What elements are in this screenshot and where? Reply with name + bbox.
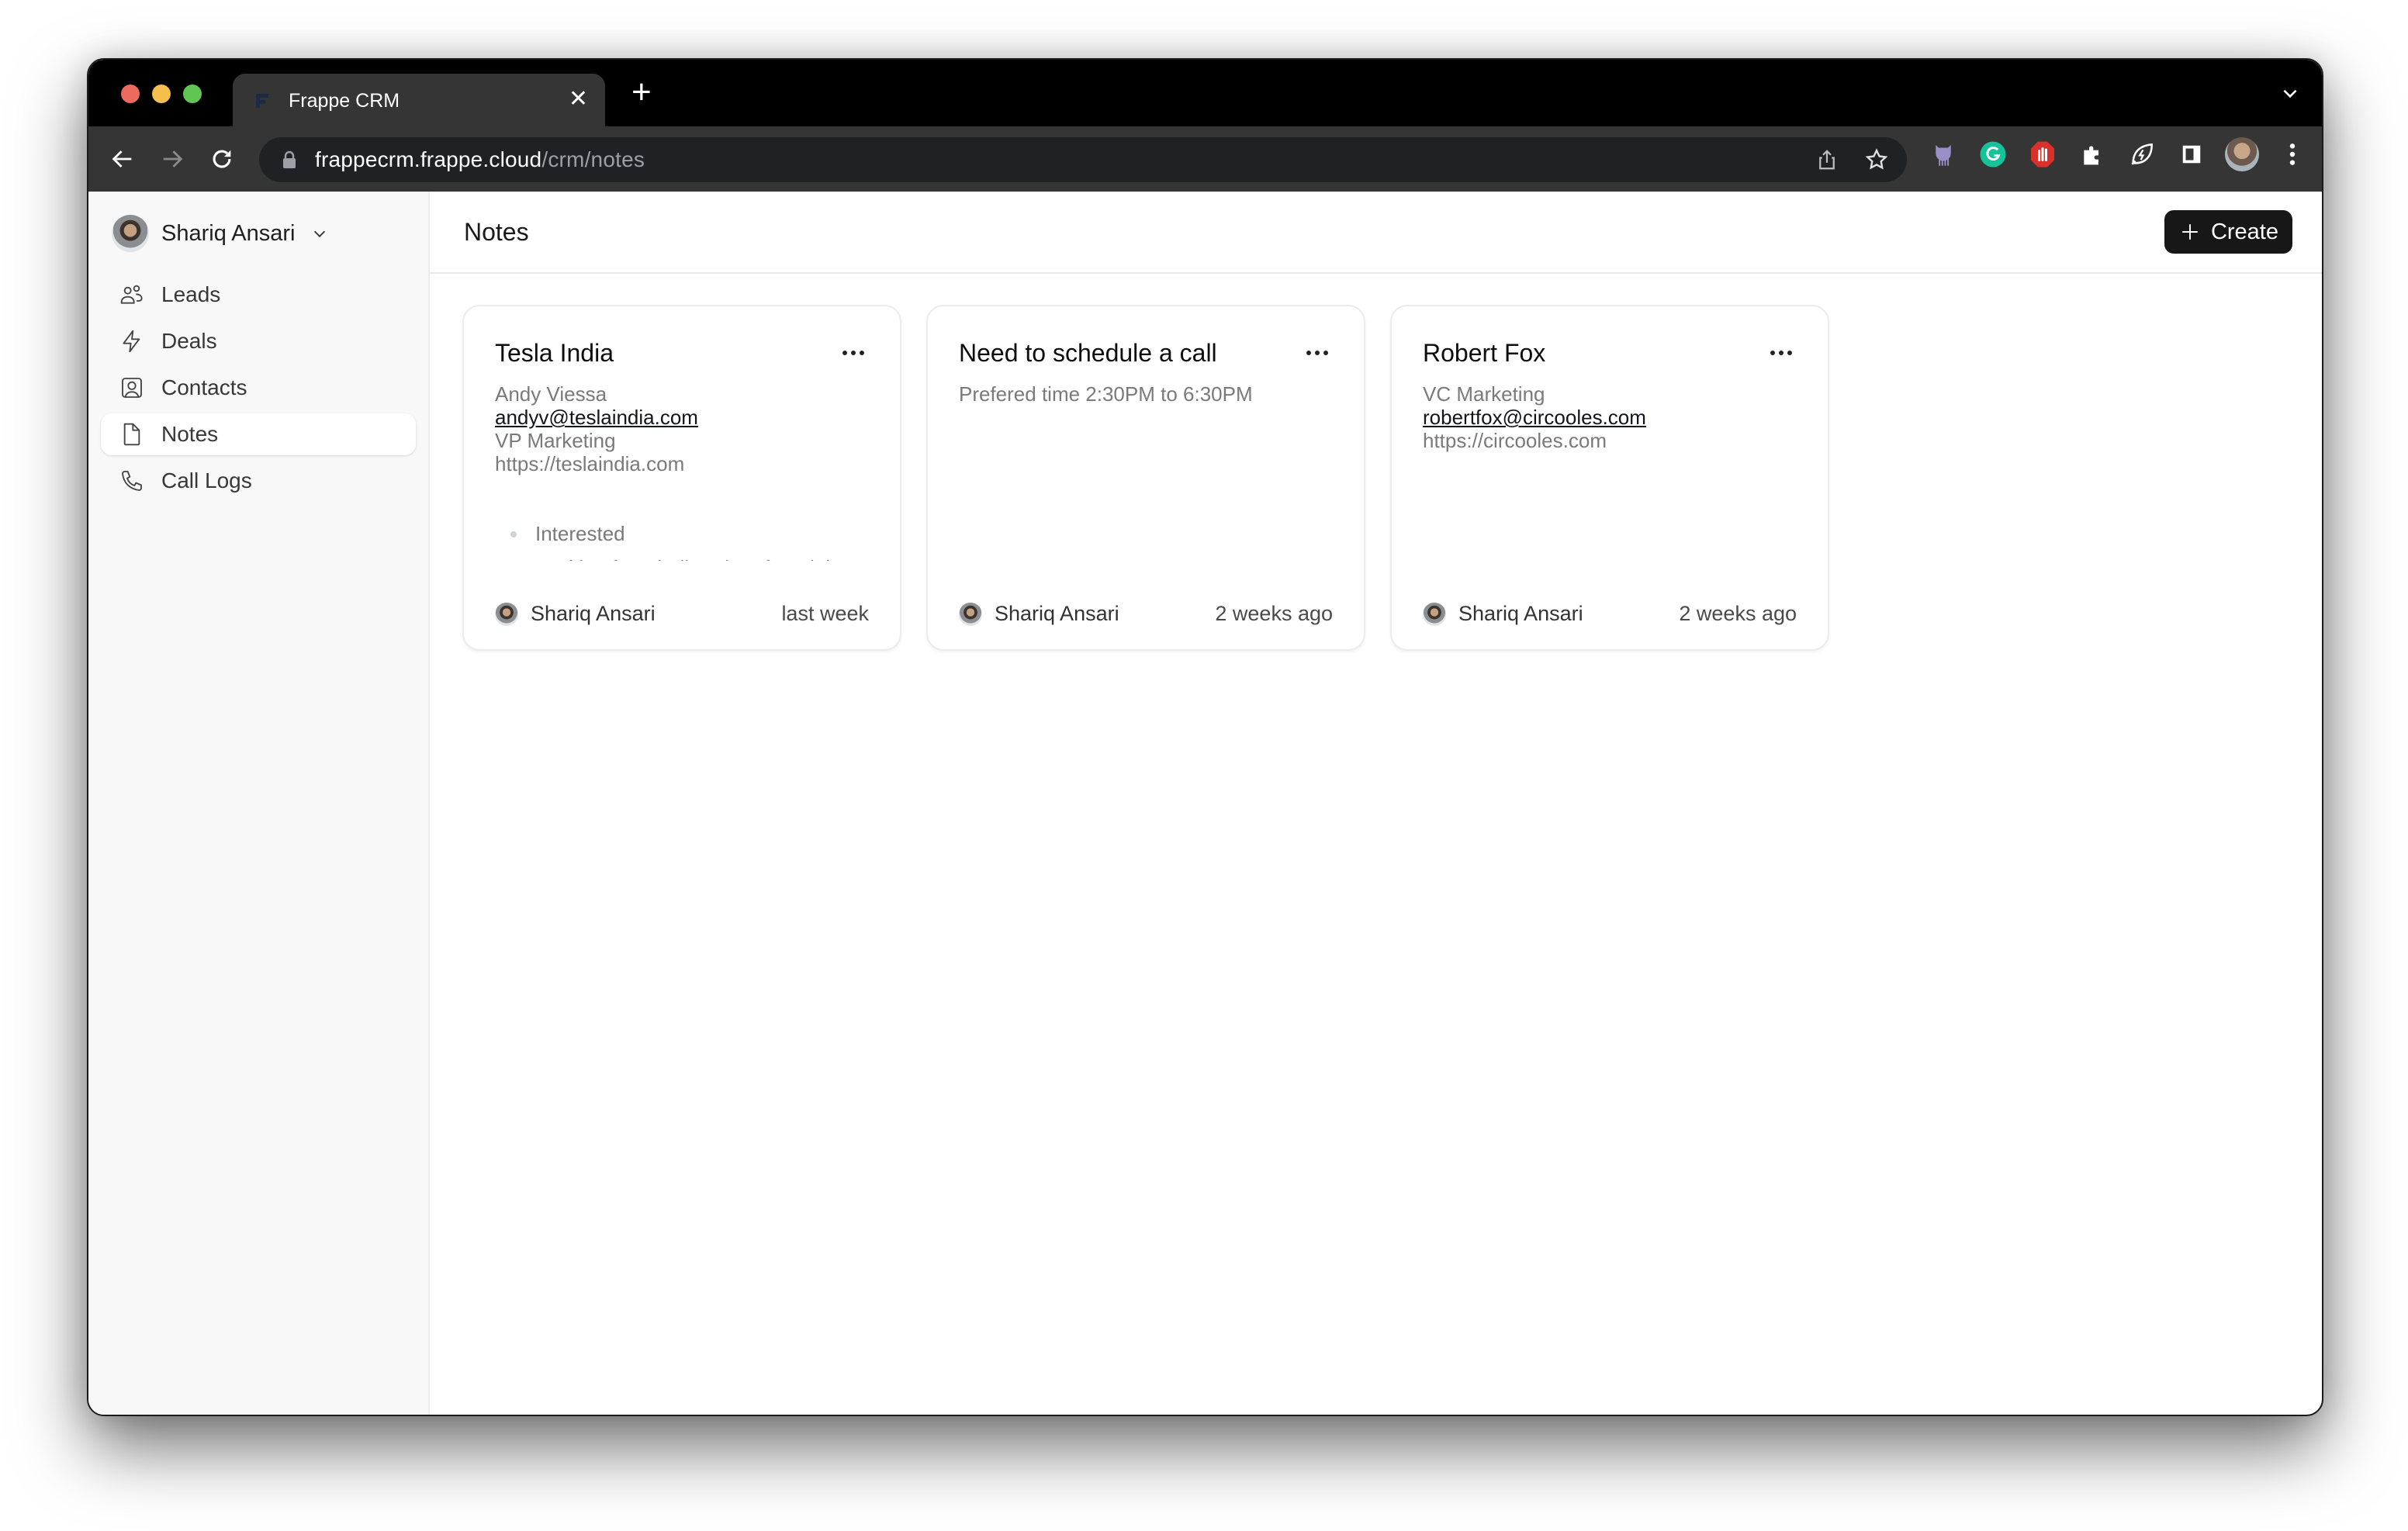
sidebar-toggle-icon[interactable] (2175, 138, 2208, 171)
sidebar-item-deals[interactable]: Deals (101, 320, 416, 362)
share-icon[interactable] (1812, 145, 1842, 175)
note-content: Andy Viessa andyv@teslaindia.com VP Mark… (495, 382, 869, 561)
author-avatar (959, 602, 982, 626)
note-timestamp: 2 weeks ago (1215, 602, 1333, 625)
author-name: Shariq Ansari (1458, 602, 1583, 625)
address-bar[interactable]: frappecrm.frappe.cloud/crm/notes (259, 137, 1907, 182)
browser-tab[interactable]: Frappe CRM ✕ (233, 74, 605, 128)
maximize-window-button[interactable] (183, 85, 202, 103)
profile-avatar[interactable] (2225, 137, 2259, 171)
phone-icon (119, 468, 144, 493)
close-window-button[interactable] (121, 85, 140, 103)
minimize-window-button[interactable] (152, 85, 171, 103)
frappe-favicon-icon (256, 92, 268, 109)
sidebar-item-contacts[interactable]: Contacts (101, 367, 416, 409)
more-options-icon[interactable] (838, 346, 869, 360)
url-path: /crm/notes (541, 147, 645, 171)
note-author: Shariq Ansari (1423, 602, 1583, 626)
note-bullet-list: Interested Looking for a bulk order of M… (495, 522, 869, 561)
sidebar-item-leads[interactable]: Leads (101, 274, 416, 316)
adblock-icon[interactable] (2026, 138, 2059, 171)
note-line: Andy Viessa (495, 382, 607, 406)
note-line: Prefered time 2:30PM to 6:30PM (959, 382, 1253, 406)
contact-card-icon (119, 375, 144, 400)
browser-window: Frappe CRM ✕ + frappecrm.frappe.cloud/cr… (87, 58, 2323, 1416)
note-author: Shariq Ansari (959, 602, 1119, 626)
tab-strip: Frappe CRM ✕ + (88, 60, 2322, 128)
close-tab-icon[interactable]: ✕ (569, 88, 588, 111)
forward-button[interactable] (155, 142, 189, 176)
note-line: VC Marketing (1423, 382, 1545, 406)
note-line: https://teslaindia.com (495, 452, 685, 475)
reload-button[interactable] (205, 142, 239, 176)
users-icon (119, 282, 144, 307)
sidebar-item-label: Notes (161, 422, 219, 446)
sidebar-item-label: Deals (161, 329, 217, 353)
file-icon (119, 422, 144, 447)
create-button-label: Create (2210, 219, 2278, 244)
extensions-row (1927, 137, 2309, 171)
note-card[interactable]: Robert Fox VC Marketing robertfox@circoo… (1390, 305, 1829, 651)
notes-grid: Tesla India Andy Viessa andyv@teslaindia… (430, 274, 2322, 651)
note-title: Tesla India (495, 338, 614, 367)
kebab-menu-icon[interactable] (2276, 138, 2309, 171)
note-title: Need to schedule a call (959, 338, 1217, 367)
plus-icon (2182, 224, 2198, 240)
tab-title: Frappe CRM (289, 89, 400, 112)
tab-search-chevron-icon[interactable] (2280, 83, 2300, 103)
note-bullet: Looking for a bulk order of Model (510, 556, 869, 561)
bookmark-star-icon[interactable] (1862, 145, 1891, 175)
sidebar-item-label: Call Logs (161, 468, 252, 492)
note-email-link[interactable]: andyv@teslaindia.com (495, 406, 698, 429)
page-header: Notes Create (430, 192, 2322, 274)
note-content: Prefered time 2:30PM to 6:30PM (959, 382, 1333, 561)
note-card[interactable]: Need to schedule a call Prefered time 2:… (926, 305, 1365, 651)
sidebar-item-notes[interactable]: Notes (101, 413, 416, 455)
crm-app: Shariq Ansari Leads Deals Contacts Notes… (88, 192, 2322, 1415)
url-host: frappecrm.frappe.cloud (315, 147, 542, 171)
lightning-icon (119, 329, 144, 354)
note-timestamp: 2 weeks ago (1679, 602, 1797, 625)
create-button[interactable]: Create (2164, 210, 2292, 254)
lock-icon (282, 150, 296, 169)
grammarly-icon[interactable] (1977, 138, 2009, 171)
note-email-link[interactable]: robertfox@circooles.com (1423, 406, 1646, 429)
author-avatar (495, 602, 518, 626)
author-name: Shariq Ansari (531, 602, 656, 625)
sidebar-item-call-logs[interactable]: Call Logs (101, 460, 416, 502)
more-options-icon[interactable] (1766, 346, 1797, 360)
author-avatar (1423, 602, 1446, 626)
note-content: VC Marketing robertfox@circooles.com htt… (1423, 382, 1797, 561)
user-avatar (112, 215, 149, 252)
note-title: Robert Fox (1423, 338, 1546, 367)
note-card[interactable]: Tesla India Andy Viessa andyv@teslaindia… (462, 305, 901, 651)
note-line: https://circooles.com (1423, 429, 1607, 452)
author-name: Shariq Ansari (995, 602, 1119, 625)
back-button[interactable] (106, 142, 140, 176)
note-line: VP Marketing (495, 429, 616, 452)
sidebar-nav: Leads Deals Contacts Notes Call Logs (101, 274, 416, 502)
more-options-icon[interactable] (1302, 346, 1333, 360)
sidebar-item-label: Leads (161, 282, 221, 306)
user-name: Shariq Ansari (161, 220, 296, 246)
url-text: frappecrm.frappe.cloud/crm/notes (315, 147, 645, 172)
note-timestamp: last week (781, 602, 869, 625)
sidebar-item-label: Contacts (161, 375, 247, 399)
browser-toolbar: frappecrm.frappe.cloud/crm/notes (88, 126, 2322, 192)
note-bullet: Interested (510, 522, 869, 545)
leaf-bolt-icon[interactable] (2126, 138, 2158, 171)
page-title: Notes (464, 217, 529, 246)
note-author: Shariq Ansari (495, 602, 656, 626)
puzzle-extensions-icon[interactable] (2076, 138, 2109, 171)
octopus-extension-icon[interactable] (1927, 138, 1960, 171)
main-content: Notes Create Tesla India Andy Viessa and… (430, 192, 2322, 1415)
chevron-down-icon (311, 225, 328, 242)
new-tab-button[interactable]: + (631, 75, 652, 109)
sidebar: Shariq Ansari Leads Deals Contacts Notes… (88, 192, 430, 1415)
user-switcher[interactable]: Shariq Ansari (101, 210, 416, 257)
